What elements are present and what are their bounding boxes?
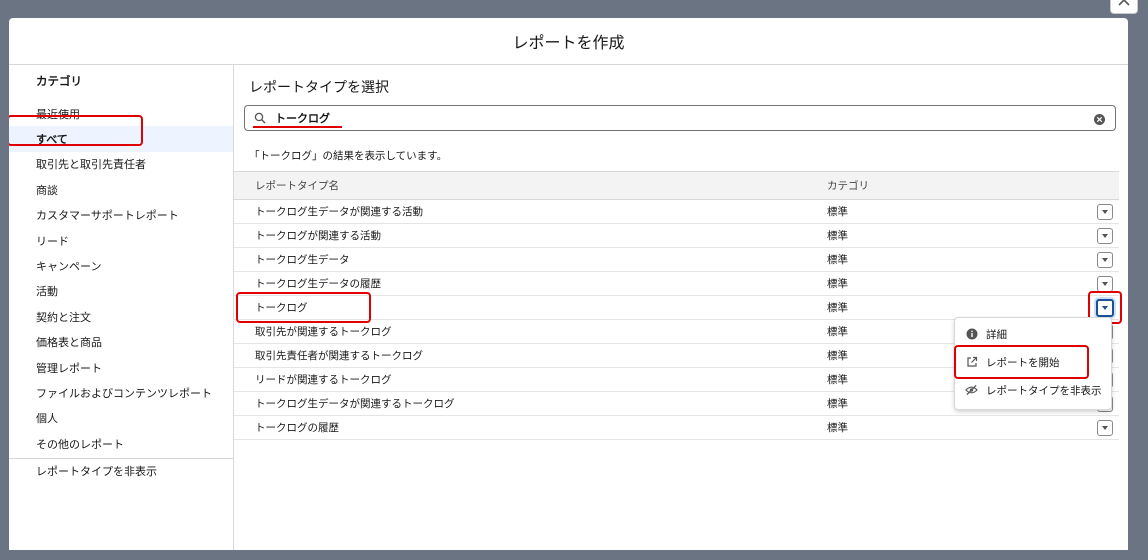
row-actions-button[interactable] <box>1097 228 1113 244</box>
sidebar-item[interactable]: 商談 <box>9 177 233 202</box>
modal-body: カテゴリ 最近使用 すべて 取引先と取引先責任者 商談 カスタマーサポートレポート リード… <box>9 65 1128 550</box>
sidebar-item[interactable]: その他のレポート <box>9 431 233 456</box>
sidebar-item[interactable]: 契約と注文 <box>9 304 233 329</box>
category-sidebar: カテゴリ 最近使用 すべて 取引先と取引先責任者 商談 カスタマーサポートレポート リード… <box>9 65 234 550</box>
sidebar-item[interactable]: 取引先と取引先責任者 <box>9 152 233 177</box>
report-type-name-cell[interactable]: トークログ生データの履歴 <box>234 276 806 291</box>
table-row[interactable]: トークログが関連する活動 標準 <box>234 224 1119 248</box>
category-cell: 標準 <box>827 254 848 266</box>
row-actions-button[interactable] <box>1097 276 1113 292</box>
category-cell: 標準 <box>827 206 848 218</box>
chevron-down-icon <box>1102 306 1108 310</box>
header-report-type-name[interactable]: レポートタイプ名 <box>234 178 806 193</box>
search-box <box>244 105 1116 131</box>
category-cell: 標準 <box>827 422 848 434</box>
row-actions-button[interactable] <box>1096 299 1114 317</box>
create-report-modal: レポートを作成 カテゴリ 最近使用 すべて 取引先と取引先責任者 商談 カスタマーサポー… <box>9 18 1128 550</box>
external-link-icon <box>965 356 978 369</box>
result-note: 「トークログ」の結果を表示しています。 <box>249 150 448 162</box>
sidebar-item[interactable]: キャンペーン <box>9 253 233 278</box>
report-type-name-cell[interactable]: トークログ <box>234 300 806 315</box>
row-actions-button[interactable] <box>1097 204 1113 220</box>
menu-item[interactable]: レポートを開始 <box>955 348 1111 376</box>
menu-item-label: レポートを開始 <box>986 356 1060 369</box>
sidebar-item[interactable]: 個人 <box>9 406 233 431</box>
menu-item[interactable]: 詳細 <box>955 320 1111 348</box>
report-type-panel: レポートタイプを選択 「トークログ」の結果を表示しています。 <box>234 65 1128 550</box>
sidebar-item[interactable]: カスタマーサポートレポート <box>9 203 233 228</box>
hide-report-types-link[interactable]: レポートタイプを非表示 <box>9 459 233 483</box>
category-list: 最近使用 すべて 取引先と取引先責任者 商談 カスタマーサポートレポート リード キャンペー… <box>9 101 233 456</box>
sidebar-item[interactable]: 価格表と商品 <box>9 330 233 355</box>
header-category[interactable]: カテゴリ <box>806 178 1076 193</box>
chevron-down-icon <box>1102 234 1108 238</box>
close-button[interactable] <box>1110 0 1138 14</box>
table-row[interactable]: トークログの履歴 標準 <box>234 416 1119 440</box>
report-type-name-cell[interactable]: リードが関連するトークログ <box>234 372 806 387</box>
row-actions-button[interactable] <box>1097 420 1113 436</box>
category-cell: 標準 <box>827 230 848 242</box>
search-input[interactable] <box>273 110 1077 126</box>
report-type-name-cell[interactable]: トークログ生データ <box>234 252 806 267</box>
menu-item-label: 詳細 <box>986 328 1007 341</box>
eye-slash-icon <box>965 384 978 397</box>
row-actions-button[interactable] <box>1097 252 1113 268</box>
report-type-name-cell[interactable]: トークログが関連する活動 <box>234 228 806 243</box>
sidebar-item[interactable]: ファイルおよびコンテンツレポート <box>9 380 233 405</box>
sidebar-item[interactable]: 最近使用 <box>9 101 233 126</box>
chevron-down-icon <box>1102 210 1108 214</box>
category-cell: 標準 <box>827 278 848 290</box>
table-row[interactable]: トークログ生データの履歴 標準 <box>234 272 1119 296</box>
close-icon <box>1118 0 1130 6</box>
table-row[interactable]: トークログ生データ 標準 <box>234 248 1119 272</box>
search-underline-annotation <box>253 126 342 128</box>
chevron-down-icon <box>1102 426 1108 430</box>
report-type-name-cell[interactable]: 取引先責任者が関連するトークログ <box>234 348 806 363</box>
menu-item[interactable]: レポートタイプを非表示 <box>955 376 1111 404</box>
sidebar-item[interactable]: すべて <box>9 126 233 152</box>
sidebar-item[interactable]: リード <box>9 228 233 253</box>
chevron-down-icon <box>1102 258 1108 262</box>
report-type-name-cell[interactable]: トークログ生データが関連する活動 <box>234 204 806 219</box>
row-action-menu: 詳細レポートを開始レポートタイプを非表示 <box>954 317 1112 410</box>
modal-title: レポートを作成 <box>512 33 625 52</box>
sidebar-heading: カテゴリ <box>36 74 82 88</box>
table-header: レポートタイプ名 カテゴリ <box>234 171 1119 200</box>
report-type-name-cell[interactable]: トークログ生データが関連するトークログ <box>234 396 806 411</box>
modal-header: レポートを作成 <box>9 18 1128 65</box>
panel-title: レポートタイプを選択 <box>249 80 389 96</box>
menu-item-label: レポートタイプを非表示 <box>986 384 1102 397</box>
chevron-down-icon <box>1102 282 1108 286</box>
sidebar-item[interactable]: 管理レポート <box>9 355 233 380</box>
report-type-name-cell[interactable]: 取引先が関連するトークログ <box>234 324 806 339</box>
sidebar-item[interactable]: 活動 <box>9 279 233 304</box>
report-type-name-cell[interactable]: トークログの履歴 <box>234 420 806 435</box>
info-icon <box>965 328 978 341</box>
clear-search-icon[interactable] <box>1093 111 1106 125</box>
category-cell: 標準 <box>827 302 848 314</box>
search-icon <box>254 111 268 125</box>
table-row[interactable]: トークログ生データが関連する活動 標準 <box>234 200 1119 224</box>
